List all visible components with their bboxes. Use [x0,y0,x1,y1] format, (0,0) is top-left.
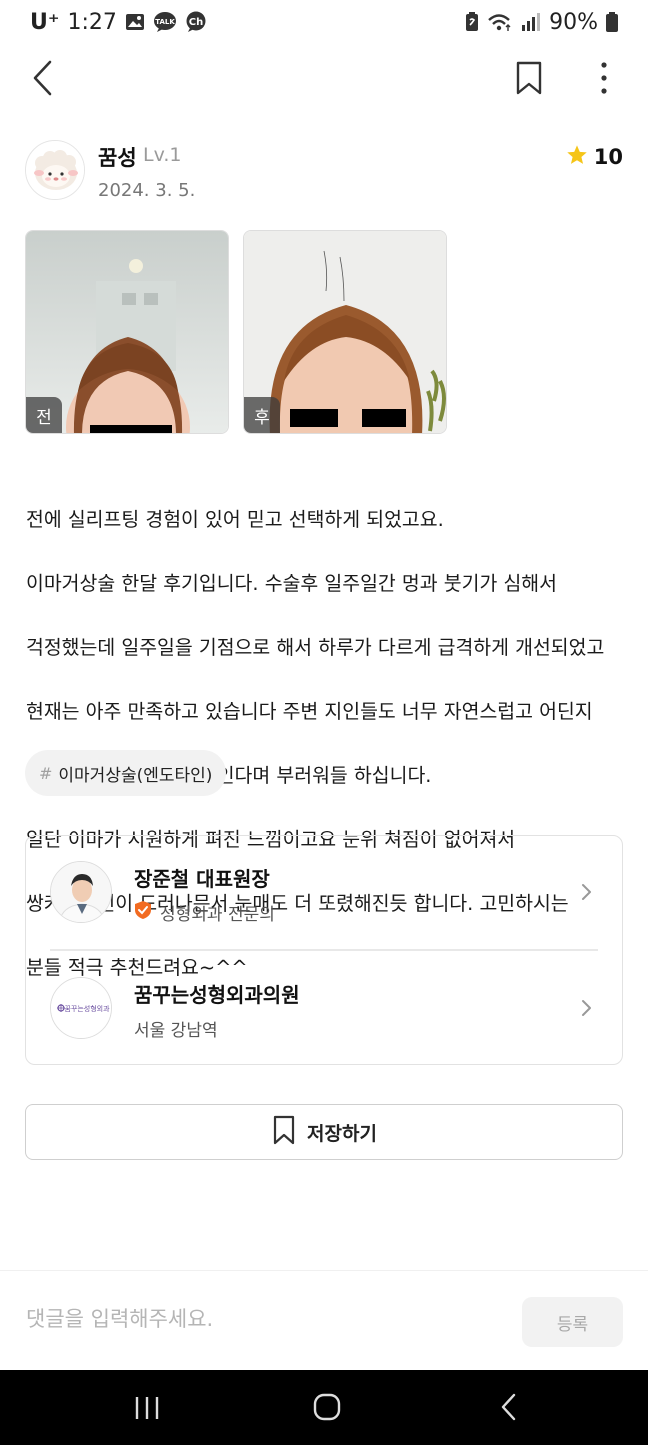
review-line: 현재는 아주 만족하고 있습니다 주변 지인들도 너무 자연스럽고 어딘지 [26,700,593,723]
rating: 10 [566,144,623,170]
submit-comment-button[interactable]: 등록 [522,1297,623,1347]
comment-input[interactable]: 댓글을 입력해주세요. [26,1303,213,1333]
battery-icon [606,12,618,32]
system-back-icon[interactable] [498,1392,520,1422]
chevron-right-icon [580,881,594,903]
battery-percent: 90% [549,9,598,35]
doctor-specialty: 성형외과 전문의 [160,905,275,925]
bookmark-icon[interactable] [512,60,546,96]
svg-text:Ch: Ch [189,17,203,28]
svg-text:TALK: TALK [155,18,175,26]
clinic-location: 서울 강남역 [134,1021,218,1041]
save-button-label: 저장하기 [307,1122,377,1145]
clinic-location-row: 서울 강남역 [134,1016,218,1041]
review-date: 2024. 3. 5. [98,180,196,201]
doctor-name: 장준철 대표원장 [134,867,270,891]
more-vertical-icon[interactable] [590,60,618,96]
chevron-right-icon [580,997,594,1019]
clinic-row[interactable]: 꿈꾸는성형외과 꿈꾸는성형외과의원 서울 강남역 [26,952,622,1066]
doctor-clinic-card: 장준철 대표원장 성형외과 전문의 꿈꾸는성형외과 꿈꾸는성형외과의원 서울 강… [25,835,623,1065]
clinic-logo: 꿈꾸는성형외과 [50,977,112,1039]
author-level: Lv.1 [143,144,182,166]
bookmark-icon [271,1115,297,1150]
clinic-logo-text: 꿈꾸는성형외과 [64,1004,110,1013]
hash-icon: # [39,763,53,783]
comment-bar: 댓글을 입력해주세요. 등록 [0,1270,648,1370]
rating-value: 10 [593,145,623,169]
carrier-label: U⁺ [30,9,60,35]
author-name: 꿈성 [98,146,137,170]
clock: 1:27 [67,9,117,35]
nfc-icon [465,12,479,32]
status-bar: U⁺ 1:27 TALK Ch 90% [0,0,648,44]
review-line: 걱정했는데 일주일을 기점으로 해서 하루가 다르게 급격하게 개선되었고 [26,636,605,659]
doctor-avatar [50,861,112,923]
card-divider [50,949,598,951]
review-author: 꿈성 Lv.1 2024. 3. 5. 10 [25,140,625,204]
procedure-tag[interactable]: # 이마거상술(엔도타인) [25,750,227,796]
star-icon [566,144,588,170]
verified-badge-icon [134,900,152,925]
status-right: 90% [465,10,618,35]
channel-icon: Ch [185,11,207,33]
after-tag: 후 [244,397,280,433]
system-navigation-bar [0,1370,648,1445]
review-line: 이마거상술 한달 후기입니다. 수술후 일주일간 멍과 붓기가 심해서 [26,572,557,595]
after-photo[interactable]: 후 [243,230,447,434]
wifi-icon [487,12,513,32]
procedure-tag-label: 이마거상술(엔도타인) [58,765,213,786]
top-nav [0,48,648,108]
before-photo[interactable]: 전 [25,230,229,434]
sheep-avatar-icon[interactable] [25,140,85,200]
home-icon[interactable] [312,1392,342,1422]
status-left: U⁺ 1:27 TALK Ch [30,10,207,35]
signal-icon [521,13,541,31]
gallery-icon [125,12,145,32]
clinic-name: 꿈꾸는성형외과의원 [134,983,300,1007]
recent-apps-icon[interactable] [133,1394,161,1422]
back-arrow-icon[interactable] [26,58,66,98]
save-button[interactable]: 저장하기 [25,1104,623,1160]
doctor-specialty-row: 성형외과 전문의 [134,900,275,925]
talk-icon: TALK [153,11,177,33]
before-tag: 전 [26,397,62,433]
review-line: 전에 실리프팅 경험이 있어 믿고 선택하게 되었고요. [26,508,444,531]
doctor-row[interactable]: 장준철 대표원장 성형외과 전문의 [26,836,622,950]
